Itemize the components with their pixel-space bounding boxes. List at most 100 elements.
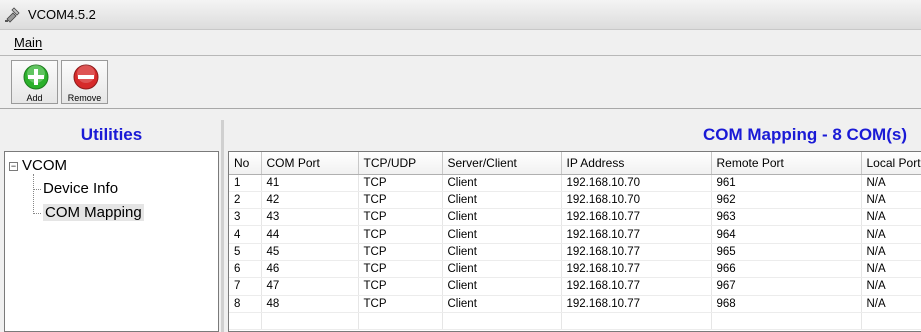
cell-server-client: Client: [442, 295, 562, 313]
tree-item-vcom-label: VCOM: [22, 157, 67, 174]
window-title: VCOM4.5.2: [28, 7, 96, 22]
column-header-server-client[interactable]: Server/Client: [442, 152, 562, 175]
cell-tcp-udp: TCP: [358, 260, 443, 279]
column-header-remote-port[interactable]: Remote Port: [711, 152, 862, 175]
cell-remote-port: 967: [711, 277, 862, 296]
tree-item-vcom[interactable]: − VCOM: [9, 157, 67, 174]
cell-server-client: Client: [442, 225, 562, 244]
cell-tcp-udp: TCP: [358, 225, 443, 244]
cell-tcp-udp: TCP: [358, 208, 443, 227]
cell-no: 2: [229, 191, 262, 210]
tree-item-com-mapping[interactable]: COM Mapping: [43, 204, 144, 221]
cell-remote-port: 968: [711, 295, 862, 313]
column-header-local-port[interactable]: Local Port: [861, 152, 921, 175]
cell-ip-address: 192.168.10.77: [561, 295, 712, 313]
table-row[interactable]: 8 48 TCP Client 192.168.10.77 968 N/A: [229, 295, 921, 313]
cell-remote-port: 966: [711, 260, 862, 279]
add-icon: [23, 64, 49, 90]
cell-server-client: Client: [442, 277, 562, 296]
cell-com-port: 42: [261, 191, 359, 210]
cell-no: 8: [229, 295, 262, 313]
app-icon: [5, 7, 20, 23]
cell-tcp-udp: TCP: [358, 174, 443, 192]
cell-com-port: 46: [261, 260, 359, 279]
cell-local-port: N/A: [861, 260, 921, 279]
cell-ip-address: 192.168.10.70: [561, 174, 712, 192]
table-row-empty: [229, 312, 921, 331]
cell-com-port: 41: [261, 174, 359, 192]
cell-ip-address: 192.168.10.77: [561, 225, 712, 244]
utilities-tree: − VCOM Device Info COM Mapping: [4, 151, 219, 332]
com-mapping-header: COM Mapping - 8 COM(s): [224, 120, 921, 150]
remove-icon: [73, 64, 99, 90]
title-bar: VCOM4.5.2: [0, 0, 921, 30]
cell-local-port: N/A: [861, 277, 921, 296]
add-button-label: Add: [26, 93, 43, 103]
table-row[interactable]: 4 44 TCP Client 192.168.10.77 964 N/A: [229, 225, 921, 244]
tree-connector-line: [33, 213, 41, 214]
table-row[interactable]: 7 47 TCP Client 192.168.10.77 967 N/A: [229, 277, 921, 296]
menu-main[interactable]: Main: [14, 35, 42, 50]
cell-no: 5: [229, 243, 262, 261]
utilities-header: Utilities: [0, 120, 223, 150]
table-row[interactable]: 2 42 TCP Client 192.168.10.70 962 N/A: [229, 191, 921, 210]
cell-com-port: 43: [261, 208, 359, 227]
cell-server-client: Client: [442, 174, 562, 192]
cell-ip-address: 192.168.10.77: [561, 243, 712, 261]
table-row[interactable]: 6 46 TCP Client 192.168.10.77 966 N/A: [229, 260, 921, 279]
cell-ip-address: 192.168.10.77: [561, 260, 712, 279]
tree-item-device-info[interactable]: Device Info: [43, 180, 118, 197]
tree-connector-line: [33, 189, 41, 190]
utilities-title: Utilities: [80, 125, 143, 144]
panel-splitter[interactable]: [221, 120, 224, 332]
cell-no: 6: [229, 260, 262, 279]
cell-server-client: Client: [442, 243, 562, 261]
toolbar: Add Remove: [0, 57, 921, 109]
cell-no: 7: [229, 277, 262, 296]
cell-server-client: Client: [442, 208, 562, 227]
cell-local-port: N/A: [861, 225, 921, 244]
cell-server-client: Client: [442, 191, 562, 210]
cell-remote-port: 961: [711, 174, 862, 192]
cell-local-port: N/A: [861, 191, 921, 210]
column-header-com-port[interactable]: COM Port: [261, 152, 359, 175]
cell-com-port: 44: [261, 225, 359, 244]
com-mapping-grid: No COM Port TCP/UDP Server/Client IP Add…: [228, 151, 921, 332]
cell-remote-port: 965: [711, 243, 862, 261]
cell-local-port: N/A: [861, 243, 921, 261]
table-row[interactable]: 5 45 TCP Client 192.168.10.77 965 N/A: [229, 243, 921, 261]
column-header-no[interactable]: No: [229, 152, 262, 175]
cell-no: 4: [229, 225, 262, 244]
cell-com-port: 45: [261, 243, 359, 261]
cell-tcp-udp: TCP: [358, 191, 443, 210]
cell-no: 3: [229, 208, 262, 227]
remove-button[interactable]: Remove: [61, 60, 108, 104]
menu-bar: Main: [0, 30, 921, 56]
cell-ip-address: 192.168.10.70: [561, 191, 712, 210]
table-row[interactable]: 3 43 TCP Client 192.168.10.77 963 N/A: [229, 208, 921, 227]
cell-remote-port: 964: [711, 225, 862, 244]
cell-local-port: N/A: [861, 208, 921, 227]
com-mapping-table: No COM Port TCP/UDP Server/Client IP Add…: [229, 152, 921, 331]
cell-server-client: Client: [442, 260, 562, 279]
cell-com-port: 48: [261, 295, 359, 313]
cell-tcp-udp: TCP: [358, 277, 443, 296]
add-button[interactable]: Add: [11, 60, 58, 104]
cell-remote-port: 963: [711, 208, 862, 227]
column-header-ip-address[interactable]: IP Address: [561, 152, 712, 175]
com-mapping-title: COM Mapping - 8 COM(s): [703, 125, 907, 144]
table-row[interactable]: 1 41 TCP Client 192.168.10.70 961 N/A: [229, 174, 921, 192]
remove-button-label: Remove: [67, 93, 102, 103]
cell-tcp-udp: TCP: [358, 243, 443, 261]
cell-no: 1: [229, 174, 262, 192]
cell-local-port: N/A: [861, 295, 921, 313]
cell-ip-address: 192.168.10.77: [561, 208, 712, 227]
tree-connector-line: [33, 174, 34, 214]
cell-ip-address: 192.168.10.77: [561, 277, 712, 296]
cell-local-port: N/A: [861, 174, 921, 192]
cell-remote-port: 962: [711, 191, 862, 210]
tree-expand-icon[interactable]: −: [9, 161, 18, 171]
table-header-row: No COM Port TCP/UDP Server/Client IP Add…: [229, 152, 921, 175]
cell-tcp-udp: TCP: [358, 295, 443, 313]
column-header-tcp-udp[interactable]: TCP/UDP: [358, 152, 443, 175]
